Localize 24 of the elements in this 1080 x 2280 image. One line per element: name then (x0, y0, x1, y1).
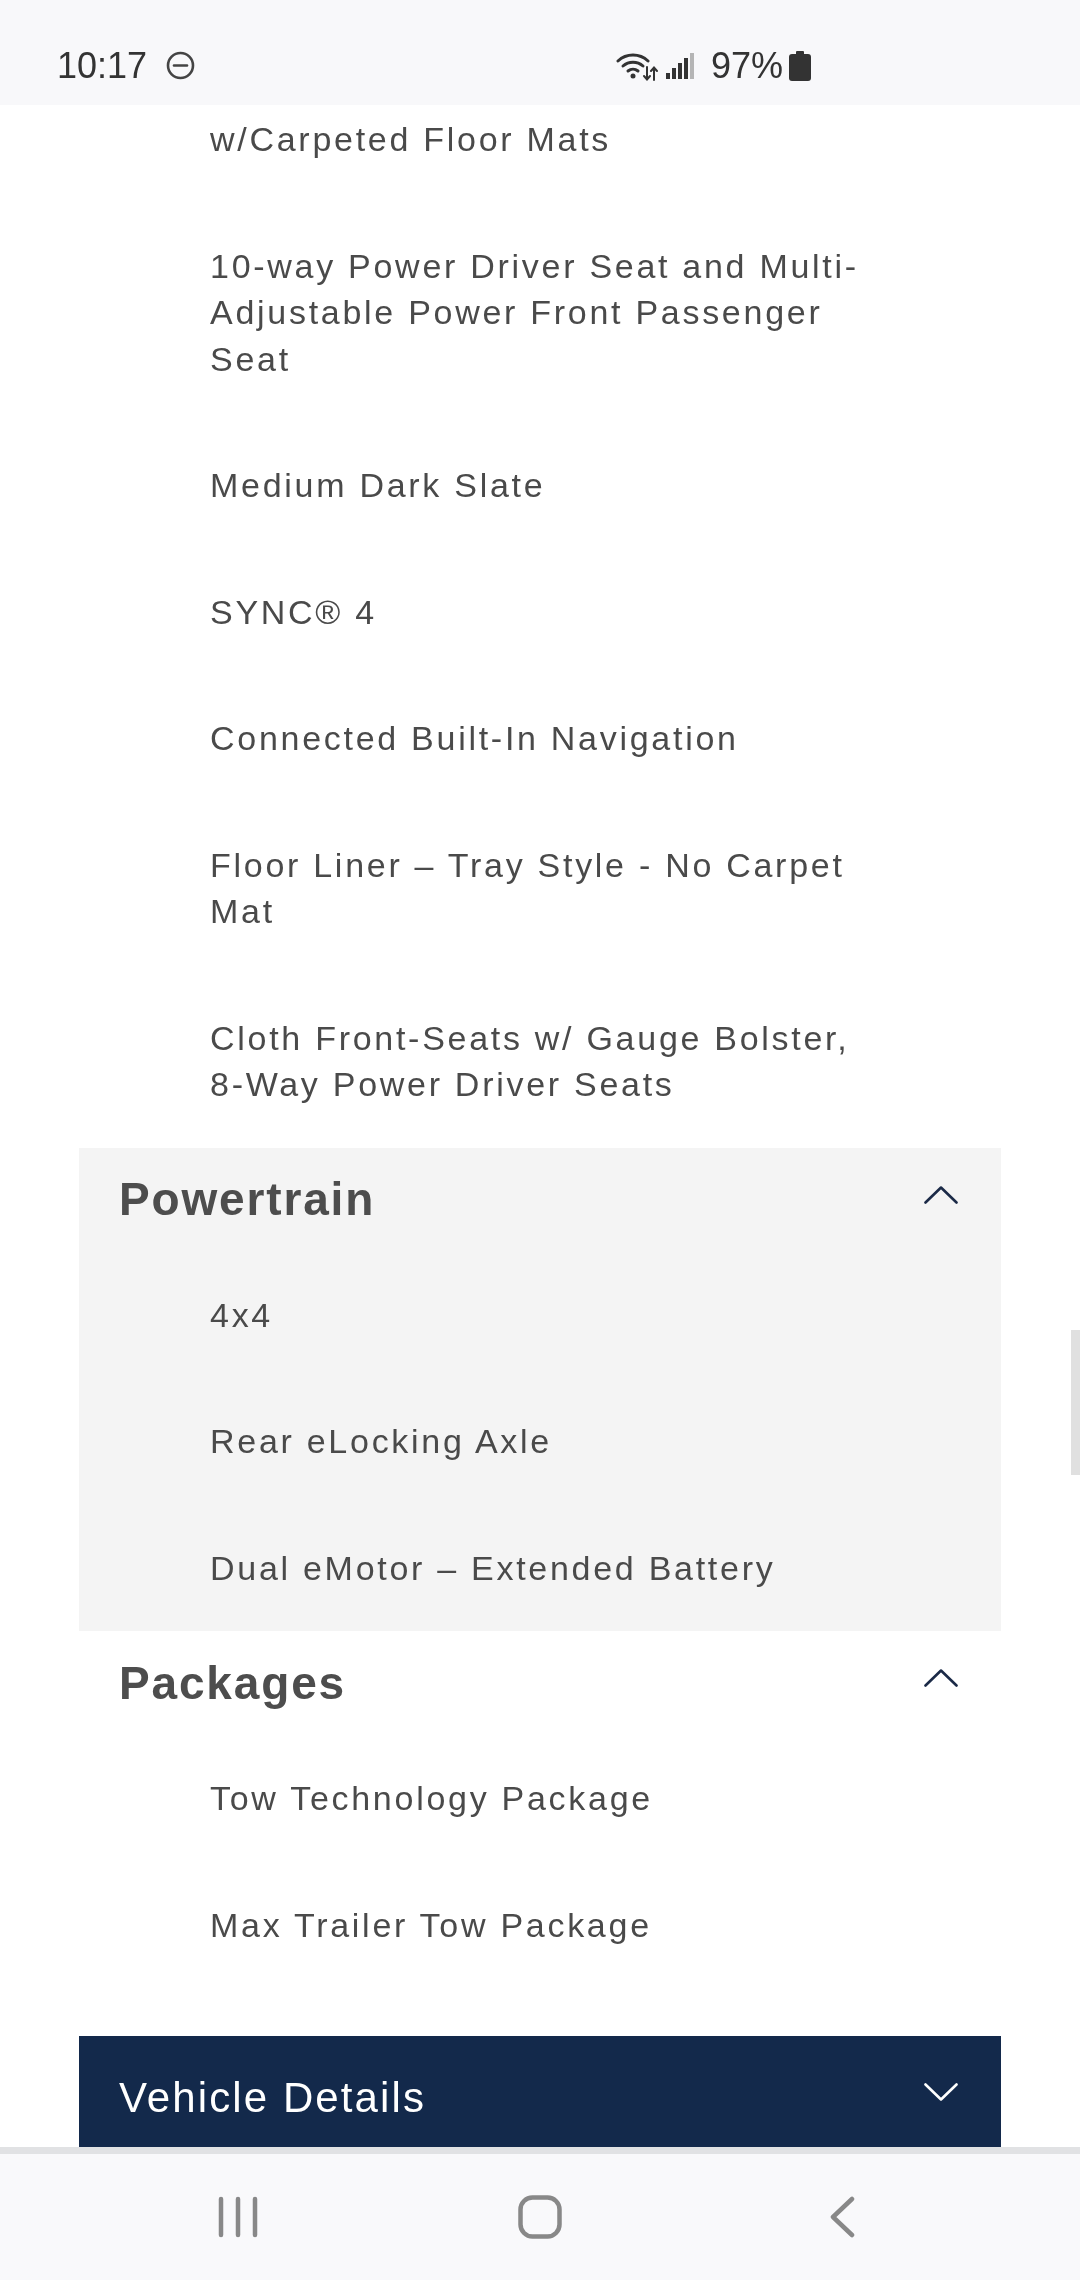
feature-text: w/Carpeted Floor Mats (210, 119, 612, 160)
battery-percent-text: 97% (710, 47, 783, 84)
accordion-header[interactable]: Vehicle Details (79, 2036, 1001, 2147)
back-icon[interactable] (829, 2196, 855, 2238)
scrollbar-thumb[interactable] (1071, 1330, 1080, 1475)
feature-text: SYNC® 4 (210, 591, 377, 633)
feature-text: Cloth Front-Seats w/ Gauge Bolster, 8-Way Power Driver Seats (210, 1017, 851, 1105)
feature-text: Floor Liner – Tray Style - No Carpet Mat (210, 844, 846, 932)
feature-text: Tow Technology Package (210, 1778, 653, 1819)
do-not-disturb-icon (166, 51, 196, 80)
accordion-header[interactable]: Packages (79, 1631, 1001, 1735)
feature-text: Connected Built-In Navigation (210, 718, 739, 759)
feature-text: Max Trailer Tow Package (210, 1904, 652, 1946)
feature-text: Rear eLocking Axle (210, 1421, 552, 1462)
recent-apps-icon[interactable] (218, 2196, 258, 2238)
home-icon[interactable] (518, 2195, 562, 2239)
feature-text: 10-way Power Driver Seat and Multi-Adjustable Power Front Passenger Seat (210, 245, 860, 380)
battery-icon (789, 50, 811, 81)
feature-text: 4x4 (210, 1294, 273, 1336)
clock-text: 10:17 (57, 47, 148, 84)
feature-text: Medium Dark Slate (210, 465, 546, 506)
accordion-header[interactable]: Powertrain (79, 1147, 1001, 1252)
signal-icon (665, 52, 695, 79)
feature-text: Dual eMotor – Extended Battery (210, 1547, 776, 1589)
